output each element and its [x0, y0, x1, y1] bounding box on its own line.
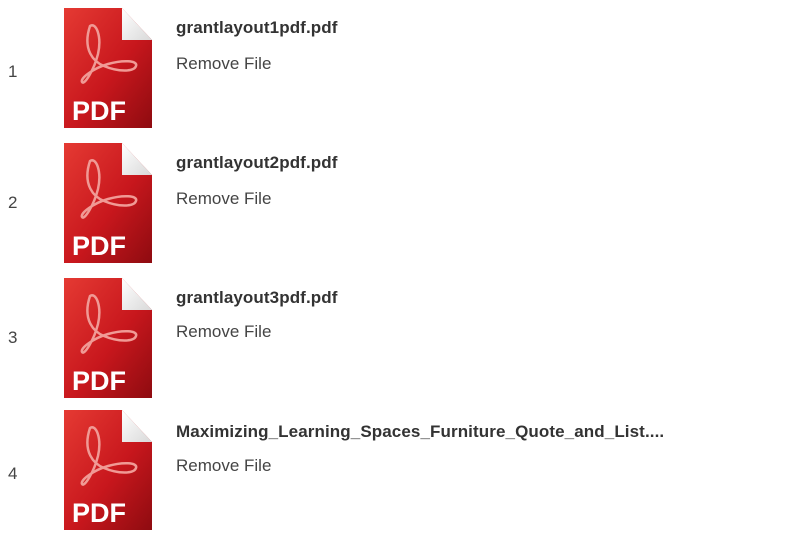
remove-file-link[interactable]: Remove File	[176, 54, 271, 74]
file-item: 2 PDF grantlayout2pdf.pdf Remove File	[0, 139, 786, 267]
pdf-file-icon: PDF	[60, 408, 156, 532]
file-name: grantlayout1pdf.pdf	[176, 18, 338, 37]
file-index: 1	[8, 62, 18, 81]
pdf-file-icon: PDF	[60, 6, 156, 130]
file-item: 1 PDF grantlayout1pdf.pdf Remove File	[0, 4, 786, 132]
pdf-icon-label: PDF	[72, 231, 126, 261]
remove-file-link[interactable]: Remove File	[176, 456, 271, 476]
pdf-file-icon: PDF	[60, 141, 156, 265]
pdf-icon-label: PDF	[72, 498, 126, 528]
pdf-icon-label: PDF	[72, 366, 126, 396]
pdf-icon-label: PDF	[72, 96, 126, 126]
remove-file-link[interactable]: Remove File	[176, 322, 271, 342]
file-name: grantlayout3pdf.pdf	[176, 288, 338, 307]
pdf-file-icon: PDF	[60, 276, 156, 400]
file-item: 4 PDF Maximizing_Learning_Spaces_Furnitu…	[0, 406, 786, 534]
remove-file-link[interactable]: Remove File	[176, 189, 271, 209]
file-index: 2	[8, 193, 18, 212]
file-list: 1 PDF grantlayout1pdf.pdf Remove File 2 …	[0, 0, 786, 531]
file-item: 3 PDF grantlayout3pdf.pdf Remove File	[0, 274, 786, 402]
file-index: 3	[8, 328, 18, 347]
file-index: 4	[8, 464, 18, 483]
file-name: Maximizing_Learning_Spaces_Furniture_Quo…	[176, 422, 665, 441]
file-name: grantlayout2pdf.pdf	[176, 153, 338, 172]
